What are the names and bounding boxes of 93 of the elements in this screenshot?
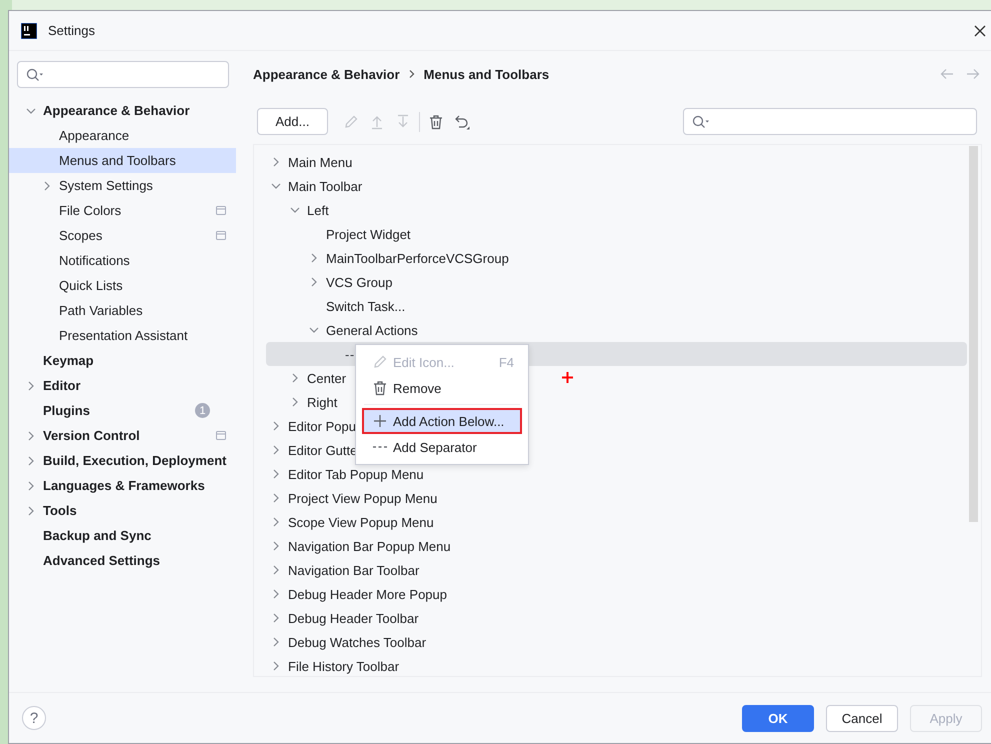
menu-item[interactable]: Add Separator (362, 434, 522, 460)
tree-item[interactable]: Scope View Popup Menu (288, 514, 434, 530)
sidebar-item[interactable]: Menus and Toolbars (9, 148, 236, 173)
tree-item[interactable]: Debug Watches Toolbar (288, 634, 426, 650)
add-button[interactable]: Add... (257, 108, 328, 135)
chevron-right-icon[interactable] (271, 613, 281, 623)
tree-item[interactable]: Project Widget (326, 226, 411, 242)
sidebar-item[interactable]: Languages & Frameworks (9, 473, 236, 498)
sidebar-item[interactable]: Backup and Sync (9, 523, 236, 548)
menu-item[interactable]: Add Action Below... (362, 408, 522, 434)
chevron-right-icon[interactable] (271, 589, 281, 599)
chevron-right-icon[interactable] (26, 456, 36, 466)
trash-icon (372, 380, 388, 396)
chevron-right-icon (408, 69, 416, 79)
plus-icon (373, 414, 387, 428)
chevron-right-icon[interactable] (271, 157, 281, 167)
search-field[interactable] (17, 61, 229, 88)
help-button[interactable]: ? (22, 706, 46, 730)
sidebar-item[interactable]: Plugins 1 (9, 398, 236, 423)
chevron-right-icon[interactable] (26, 430, 36, 440)
sidebar-item[interactable]: Keymap (9, 348, 236, 373)
chevron-right-icon[interactable] (271, 517, 281, 527)
search-icon (26, 68, 44, 82)
chevron-right-icon[interactable] (271, 421, 281, 431)
chevron-down-icon[interactable] (26, 106, 36, 116)
chevron-right-icon[interactable] (271, 661, 281, 671)
dashes-icon (373, 445, 387, 449)
chevron-right-icon[interactable] (271, 469, 281, 479)
sidebar-item[interactable]: Appearance (9, 123, 236, 148)
sidebar-item[interactable]: Path Variables (9, 298, 236, 323)
tree-item[interactable]: VCS Group (326, 274, 392, 290)
pencil-icon (372, 354, 388, 370)
chevron-down-icon[interactable] (271, 181, 281, 191)
tree-item[interactable]: Editor Popu (288, 418, 356, 434)
chevron-right-icon[interactable] (42, 180, 52, 190)
tree-item[interactable]: Navigation Bar Popup Menu (288, 538, 451, 554)
chevron-right-icon[interactable] (271, 565, 281, 575)
chevron-right-icon[interactable] (309, 277, 319, 287)
sidebar-item[interactable]: Appearance & Behavior (9, 98, 236, 123)
menu-item[interactable]: Remove (362, 375, 522, 401)
forward-arrow-icon[interactable] (966, 68, 980, 80)
trash-icon[interactable] (428, 114, 444, 130)
tree-item[interactable]: Main Toolbar (288, 178, 362, 194)
sidebar-item[interactable]: Advanced Settings (9, 548, 236, 573)
undo-icon[interactable] (454, 114, 470, 130)
sidebar-item[interactable]: Quick Lists (9, 273, 236, 298)
breadcrumb-item: Appearance & Behavior (253, 66, 400, 82)
sidebar-item[interactable]: File Colors (9, 198, 236, 223)
tree-item[interactable]: Left (307, 202, 329, 218)
chevron-right-icon[interactable] (271, 493, 281, 503)
sidebar-item[interactable]: Tools (9, 498, 236, 523)
chevron-right-icon[interactable] (290, 397, 300, 407)
ok-button[interactable]: OK (742, 704, 814, 732)
breadcrumb-item: Menus and Toolbars (424, 66, 550, 82)
tree-item[interactable]: Project View Popup Menu (288, 490, 438, 506)
chevron-down-icon[interactable] (309, 325, 319, 335)
sidebar-item[interactable]: System Settings (9, 173, 236, 198)
dialog-button[interactable]: Cancel (826, 704, 898, 732)
chevron-right-icon[interactable] (26, 380, 36, 390)
tree-item[interactable]: MainToolbarPerforceVCSGroup (326, 250, 509, 266)
tree-item[interactable]: Debug Header More Popup (288, 586, 447, 602)
tree-item[interactable]: Main Menu (288, 154, 352, 170)
chevron-right-icon[interactable] (290, 373, 300, 383)
sidebar-item[interactable]: Build, Execution, Deployment (9, 448, 236, 473)
tree-item[interactable]: Right (307, 394, 338, 410)
tree-item[interactable]: Switch Task... (326, 298, 406, 314)
chevron-right-icon[interactable] (309, 253, 319, 263)
chevron-right-icon[interactable] (271, 541, 281, 551)
chevron-right-icon[interactable] (26, 506, 36, 516)
search-field[interactable] (683, 108, 977, 135)
sidebar-item[interactable]: Notifications (9, 248, 236, 273)
window-title: Settings (48, 23, 95, 38)
close-icon[interactable] (974, 24, 986, 36)
chevron-down-icon[interactable] (290, 205, 300, 215)
app-logo-icon (21, 22, 37, 38)
scrollbar[interactable] (969, 146, 978, 522)
sidebar-item[interactable]: Presentation Assistant (9, 323, 236, 348)
tree-item[interactable]: Center (307, 370, 346, 386)
tree-item[interactable]: File History Toolbar (288, 658, 400, 674)
tree-item[interactable]: Editor Tab Popup Menu (288, 466, 424, 482)
tree-item[interactable]: Navigation Bar Toolbar (288, 562, 420, 578)
chevron-right-icon[interactable] (271, 637, 281, 647)
search-icon (692, 114, 710, 128)
chevron-right-icon[interactable] (271, 445, 281, 455)
sidebar-item[interactable]: Scopes (9, 223, 236, 248)
plus-icon (562, 372, 573, 383)
chevron-right-icon[interactable] (26, 480, 36, 490)
tree-item[interactable]: Debug Header Toolbar (288, 610, 419, 626)
back-arrow-icon[interactable] (940, 68, 954, 80)
count-badge: 1 (195, 403, 210, 418)
sidebar-item[interactable]: Version Control (9, 423, 236, 448)
tree-item[interactable]: General Actions (326, 322, 418, 338)
sidebar-item[interactable]: Editor (9, 373, 236, 398)
